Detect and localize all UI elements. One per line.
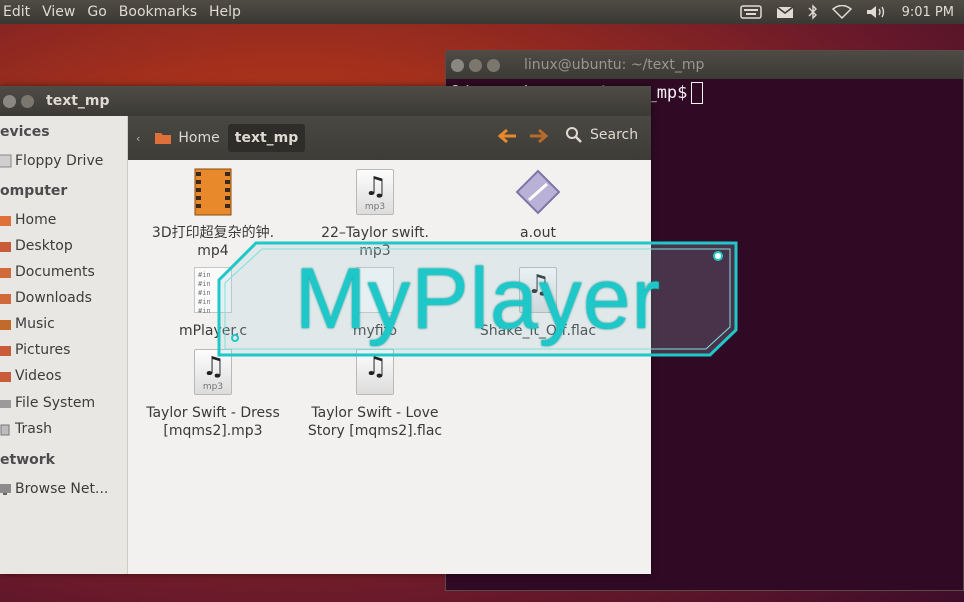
file-grid: 3D打印超复杂的钟. mp4 ♫mp3 22–Taylor swift. mp3…: [128, 160, 651, 574]
close-button[interactable]: [451, 58, 464, 72]
location-toolbar: ‹ Home text_mp Search: [128, 116, 651, 160]
floppy-icon: [0, 154, 12, 168]
sidebar-item-home[interactable]: Home: [0, 212, 56, 228]
mail-icon[interactable]: [776, 5, 794, 19]
music-folder-icon: [0, 320, 11, 330]
desktop-folder-icon: [0, 242, 11, 252]
forward-arrow-icon[interactable]: [528, 128, 548, 144]
sidebar-label: Trash: [15, 421, 52, 437]
breadcrumb-home-label: Home: [178, 130, 220, 146]
sidebar-item-desktop[interactable]: Desktop: [0, 238, 73, 254]
window-title: text_mp: [46, 93, 110, 109]
search-icon: [566, 127, 582, 143]
menu-help[interactable]: Help: [205, 4, 249, 20]
video-file-icon: [194, 168, 232, 216]
terminal-titlebar[interactable]: linux@ubuntu: ~/text_mp: [446, 51, 963, 79]
file-name-line1: Taylor Swift - Dress: [146, 405, 280, 421]
bluetooth-icon[interactable]: [808, 4, 818, 20]
myplayer-splash-overlay: MyPlayer: [216, 240, 740, 358]
terminal-title: linux@ubuntu: ~/text_mp: [524, 57, 705, 73]
file-name-line2: Story [mqms2].flac: [307, 423, 443, 439]
sidebar-item-downloads[interactable]: Downloads: [0, 290, 92, 306]
terminal-cursor: [691, 82, 704, 104]
sidebar-item-trash[interactable]: Trash: [0, 421, 52, 437]
top-panel: Edit View Go Bookmarks Help 9:01 PM: [0, 0, 964, 24]
breadcrumb-scroll-left-icon[interactable]: ‹: [136, 132, 140, 145]
places-sidebar: evices Floppy Drive omputer Home Desktop…: [0, 116, 128, 574]
sidebar-label: Documents: [15, 264, 95, 280]
sidebar-label: Downloads: [15, 290, 92, 306]
downloads-folder-icon: [0, 294, 11, 304]
nav-arrows: [498, 128, 548, 144]
file-name-line2: [mqms2].mp3: [163, 423, 263, 439]
documents-folder-icon: [0, 268, 11, 278]
sidebar-item-filesystem[interactable]: File System: [0, 395, 95, 411]
sidebar-item-floppy[interactable]: Floppy Drive: [0, 153, 103, 169]
file-type-tag: mp3: [202, 382, 224, 392]
volume-icon[interactable]: [866, 5, 888, 19]
file-item[interactable]: ♫ mp3 Taylor Swift - Dress [mqms2].mp3: [128, 346, 298, 440]
sidebar-label: Floppy Drive: [15, 153, 104, 169]
menu-edit[interactable]: Edit: [0, 4, 38, 20]
file-type-tag: mp3: [364, 202, 386, 212]
wifi-icon[interactable]: [831, 5, 852, 19]
audio-file-icon: ♫ mp3: [356, 169, 394, 215]
sidebar-label: File System: [15, 395, 96, 411]
file-manager-titlebar[interactable]: text_mp: [0, 86, 651, 116]
file-name-line1: Taylor Swift - Love: [311, 405, 439, 421]
devices-heading: evices: [0, 124, 50, 140]
system-tray: 9:01 PM: [739, 0, 964, 24]
sidebar-label: Music: [15, 316, 55, 332]
menu-go[interactable]: Go: [83, 4, 114, 20]
maximize-button[interactable]: [487, 58, 500, 72]
sidebar-label: Pictures: [15, 342, 71, 358]
search-label: Search: [590, 126, 639, 143]
sidebar-item-videos[interactable]: Videos: [0, 368, 62, 384]
sidebar-label: Videos: [15, 368, 62, 384]
back-arrow-icon[interactable]: [498, 128, 518, 144]
breadcrumb-current[interactable]: text_mp: [227, 124, 306, 152]
sidebar-item-music[interactable]: Music: [0, 316, 55, 332]
keyboard-icon[interactable]: [739, 5, 762, 19]
sidebar-label: Desktop: [15, 238, 73, 254]
menu-bookmarks[interactable]: Bookmarks: [115, 4, 205, 20]
drive-icon: [0, 400, 11, 408]
computer-heading: omputer: [0, 183, 68, 199]
minimize-button[interactable]: [469, 58, 482, 72]
videos-folder-icon: [0, 372, 11, 382]
file-item[interactable]: ♫ Taylor Swift - Love Story [mqms2].flac: [290, 346, 460, 440]
search-button[interactable]: Search: [565, 126, 638, 143]
sidebar-item-documents[interactable]: Documents: [0, 264, 95, 280]
close-button[interactable]: [3, 94, 16, 108]
sidebar-label: Home: [15, 212, 57, 228]
sidebar-item-pictures[interactable]: Pictures: [0, 342, 70, 358]
sidebar-item-browse-network[interactable]: Browse Net...: [0, 481, 108, 497]
clock[interactable]: 9:01 PM: [902, 5, 954, 20]
home-folder-icon: [155, 133, 172, 144]
minimize-button[interactable]: [21, 94, 34, 108]
network-icon: [0, 484, 11, 495]
network-heading: etwork: [0, 452, 55, 468]
sidebar-label: Browse Net...: [15, 481, 109, 497]
home-folder-icon: [0, 216, 11, 226]
menu-view[interactable]: View: [38, 4, 83, 20]
breadcrumb-home[interactable]: Home: [154, 130, 220, 146]
executable-icon: [515, 169, 561, 215]
pictures-folder-icon: [0, 346, 11, 356]
trash-icon: [0, 424, 10, 436]
myplayer-title: MyPlayer: [294, 251, 662, 347]
file-item[interactable]: a.out: [453, 166, 623, 242]
